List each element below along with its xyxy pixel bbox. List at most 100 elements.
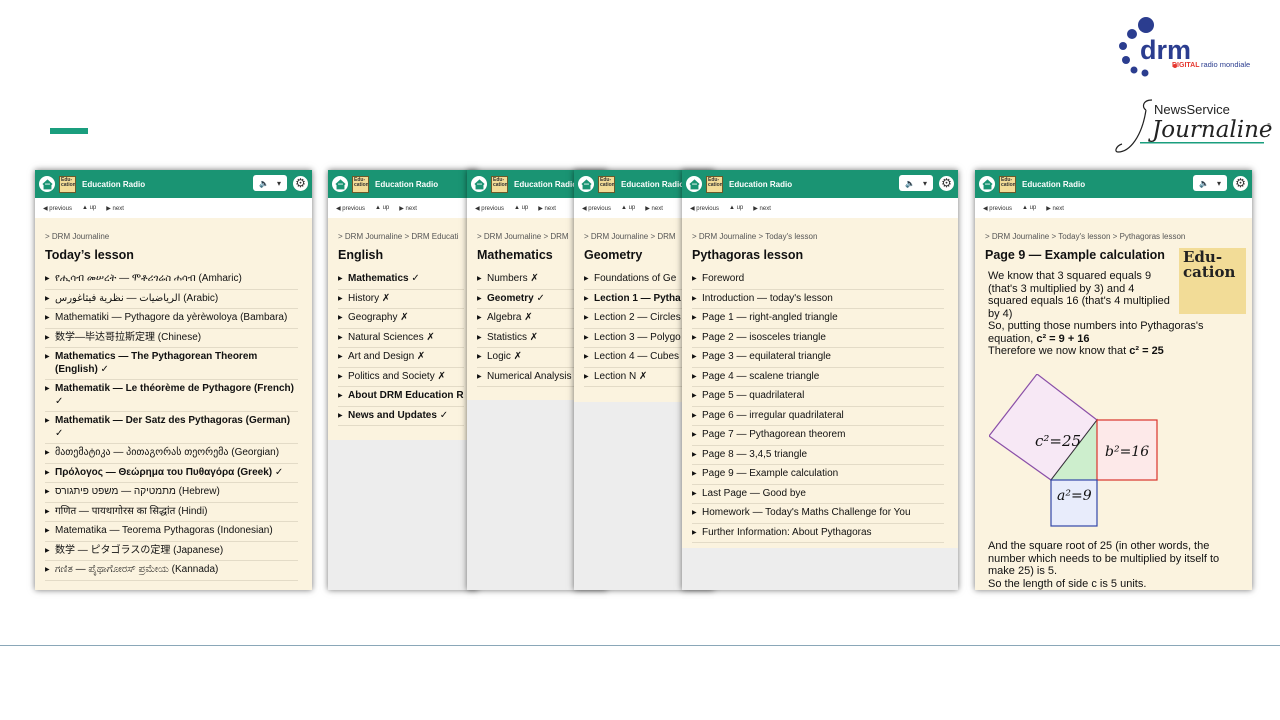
label-c-squared: c²=25 [1035, 432, 1081, 450]
list-item[interactable]: News and Updates ✓ [338, 407, 464, 426]
list-item[interactable]: ಗಣಿತ — ಪೈಥಾಗೋರಸ್ ಪ್ರಮೇಯ (Kannada) [45, 561, 298, 581]
list-item[interactable]: Page 1 — right-angled triangle [692, 309, 944, 329]
list-item[interactable]: Further Information: About Pythagoras [692, 524, 944, 543]
list-item[interactable]: Page 2 — isosceles triangle [692, 329, 944, 348]
breadcrumb: > DRM Journaline > Today's lesson > Pyth… [985, 232, 1186, 241]
list-item[interactable]: Introduction — today's lesson [692, 290, 944, 309]
list-item[interactable]: गणित — पायथागोरस का सिद्धांत (Hindi) [45, 503, 298, 522]
page-title: Today’s lesson [45, 248, 134, 262]
para-4: And the square root of 25 (in other word… [988, 540, 1220, 577]
list-item[interactable]: Page 7 — Pythagorean theorem [692, 426, 944, 446]
speaker-dropdown[interactable]: 🔈 ▾ [1193, 175, 1227, 191]
list-item[interactable]: Page 6 — irregular quadrilateral [692, 407, 944, 426]
nav-next[interactable]: ▶ next [106, 205, 124, 212]
nav-up-label: up [382, 205, 390, 211]
home-icon [981, 178, 993, 189]
panel-english: Edu-cation Education Radio ◀ previous ▲ up… [328, 170, 478, 590]
nav-next[interactable]: ▶ next [753, 205, 771, 212]
nav-up[interactable]: ▲ up [375, 205, 389, 211]
label-b-squared: b²=16 [1105, 444, 1149, 460]
list-item[interactable]: Page 4 — scalene triangle [692, 368, 944, 387]
gear-icon[interactable]: ⚙ [293, 175, 308, 191]
nav-next-label: next [544, 205, 556, 212]
nav-next[interactable]: ▶ next [1046, 205, 1064, 212]
drm-sub-digital: DIGITAL [1172, 62, 1200, 69]
app-title: Education Radio [375, 179, 439, 189]
nav-up[interactable]: ▲ up [729, 205, 743, 211]
app-title: Education Radio [82, 179, 146, 189]
home-button[interactable] [39, 176, 55, 192]
home-button[interactable] [578, 176, 594, 192]
nav-prev-label: previous [696, 205, 719, 212]
list-item[interactable]: Mathematics ✓ [338, 270, 464, 290]
menu-list: ForewordIntroduction — today's lessonPag… [692, 270, 944, 543]
nav-up[interactable]: ▲ up [1022, 205, 1036, 211]
list-item[interactable]: 数学—毕达哥拉斯定理 (Chinese) [45, 329, 298, 348]
nav-previous[interactable]: ◀ previous [475, 205, 504, 212]
gear-icon[interactable]: ⚙ [939, 175, 954, 191]
list-item[interactable]: About DRM Education R [338, 387, 464, 407]
nav-next[interactable]: ▶ next [538, 205, 556, 212]
list-item[interactable]: Mathematics — The Pythagorean Theorem (E… [45, 348, 298, 380]
gear-icon[interactable]: ⚙ [1233, 175, 1248, 191]
chevron-down-icon: ▾ [1216, 178, 1221, 188]
home-button[interactable] [686, 176, 702, 192]
list-item[interactable]: Homework — Today's Maths Challenge for Y… [692, 504, 944, 524]
nav-up-label: up [89, 205, 97, 211]
nav-up[interactable]: ▲ up [82, 205, 96, 211]
nav-next[interactable]: ▶ next [645, 205, 663, 212]
drm-logo-text: drm [1140, 35, 1191, 65]
list-item[interactable]: Art and Design ✗ [338, 348, 464, 368]
list-item[interactable]: Mathematiki — Pythagore da yèrèwoloya (B… [45, 309, 298, 329]
app-title: Education Radio [621, 179, 685, 189]
speaker-dropdown[interactable]: 🔈 ▾ [253, 175, 287, 191]
list-item[interactable]: Page 8 — 3,4,5 triangle [692, 446, 944, 465]
list-item[interactable]: Politics and Society ✗ [338, 368, 464, 387]
list-item[interactable]: የሒሳብ መሠረት — ሞቶሪጎሬስ ሐሳብ (Amharic) [45, 270, 298, 290]
nav-previous[interactable]: ◀ previous [43, 205, 72, 212]
list-item[interactable]: History ✗ [338, 290, 464, 309]
speaker-dropdown[interactable]: 🔈 ▾ [899, 175, 933, 191]
list-item[interactable]: Page 9 — Example calculation [692, 465, 944, 485]
nav-next[interactable]: ▶ next [399, 205, 417, 212]
list-item[interactable]: Matematika — Teorema Pythagoras (Indones… [45, 522, 298, 542]
drm-sub-rest: radio mondiale [1201, 60, 1250, 69]
list-item[interactable]: 数学 — ピタゴラスの定理 (Japanese) [45, 542, 298, 561]
list-item[interactable]: მათემატიკა — პითაგორას თეორემა (Georgian… [45, 444, 298, 464]
list-item[interactable]: מתמטיקה — משפט פיתגורס (Hebrew) [45, 483, 298, 503]
page-title: English [338, 248, 384, 262]
list-item[interactable]: Foreword [692, 270, 944, 290]
lesson-text-3: And the square root of 25 (in other word… [988, 540, 1238, 590]
home-icon [688, 178, 700, 189]
breadcrumb: > DRM Journaline [45, 232, 110, 241]
list-item[interactable]: Geography ✗ [338, 309, 464, 329]
list-item[interactable]: Mathematik — Le théorème de Pythagore (F… [45, 380, 298, 412]
home-button[interactable] [979, 176, 995, 192]
list-item[interactable]: Page 5 — quadrilateral [692, 387, 944, 407]
list-item[interactable]: الرياضيات — نظرية فيثاغورس (Arabic) [45, 290, 298, 309]
nav-prev-label: previous [989, 205, 1012, 212]
nav-previous[interactable]: ◀ previous [582, 205, 611, 212]
list-item[interactable]: Page 3 — equilateral triangle [692, 348, 944, 368]
pythagoras-diagram: c²=25 b²=16 a²=9 [989, 374, 1158, 527]
para-1: We know that 3 squared equals 9 (that's … [988, 270, 1170, 320]
page-title: Pythagoras lesson [692, 248, 804, 262]
nav-up[interactable]: ▲ up [621, 205, 635, 211]
nav-previous[interactable]: ◀ previous [983, 205, 1012, 212]
nav-up[interactable]: ▲ up [514, 205, 528, 211]
speaker-icon: 🔈 [905, 178, 915, 188]
list-item[interactable]: Πρόλογος — Θεώρημα του Πυθαγόρα (Greek) … [45, 464, 298, 483]
nav-previous[interactable]: ◀ previous [336, 205, 365, 212]
list-item[interactable]: Last Page — Good bye [692, 485, 944, 504]
nav-next-label: next [1052, 205, 1064, 212]
home-button[interactable] [332, 176, 348, 192]
app-thumbnail: Edu-cation [352, 175, 369, 193]
speaker-icon: 🔈 [259, 178, 269, 188]
empty-area [682, 548, 958, 590]
home-button[interactable] [471, 176, 487, 192]
list-item[interactable]: Mathematik — Der Satz des Pythagoras (Ge… [45, 412, 298, 444]
nav-previous[interactable]: ◀ previous [690, 205, 719, 212]
lesson-text-2: So, putting those numbers into Pythagora… [985, 320, 1235, 358]
list-item[interactable]: Natural Sciences ✗ [338, 329, 464, 348]
accent-bar [50, 128, 88, 134]
